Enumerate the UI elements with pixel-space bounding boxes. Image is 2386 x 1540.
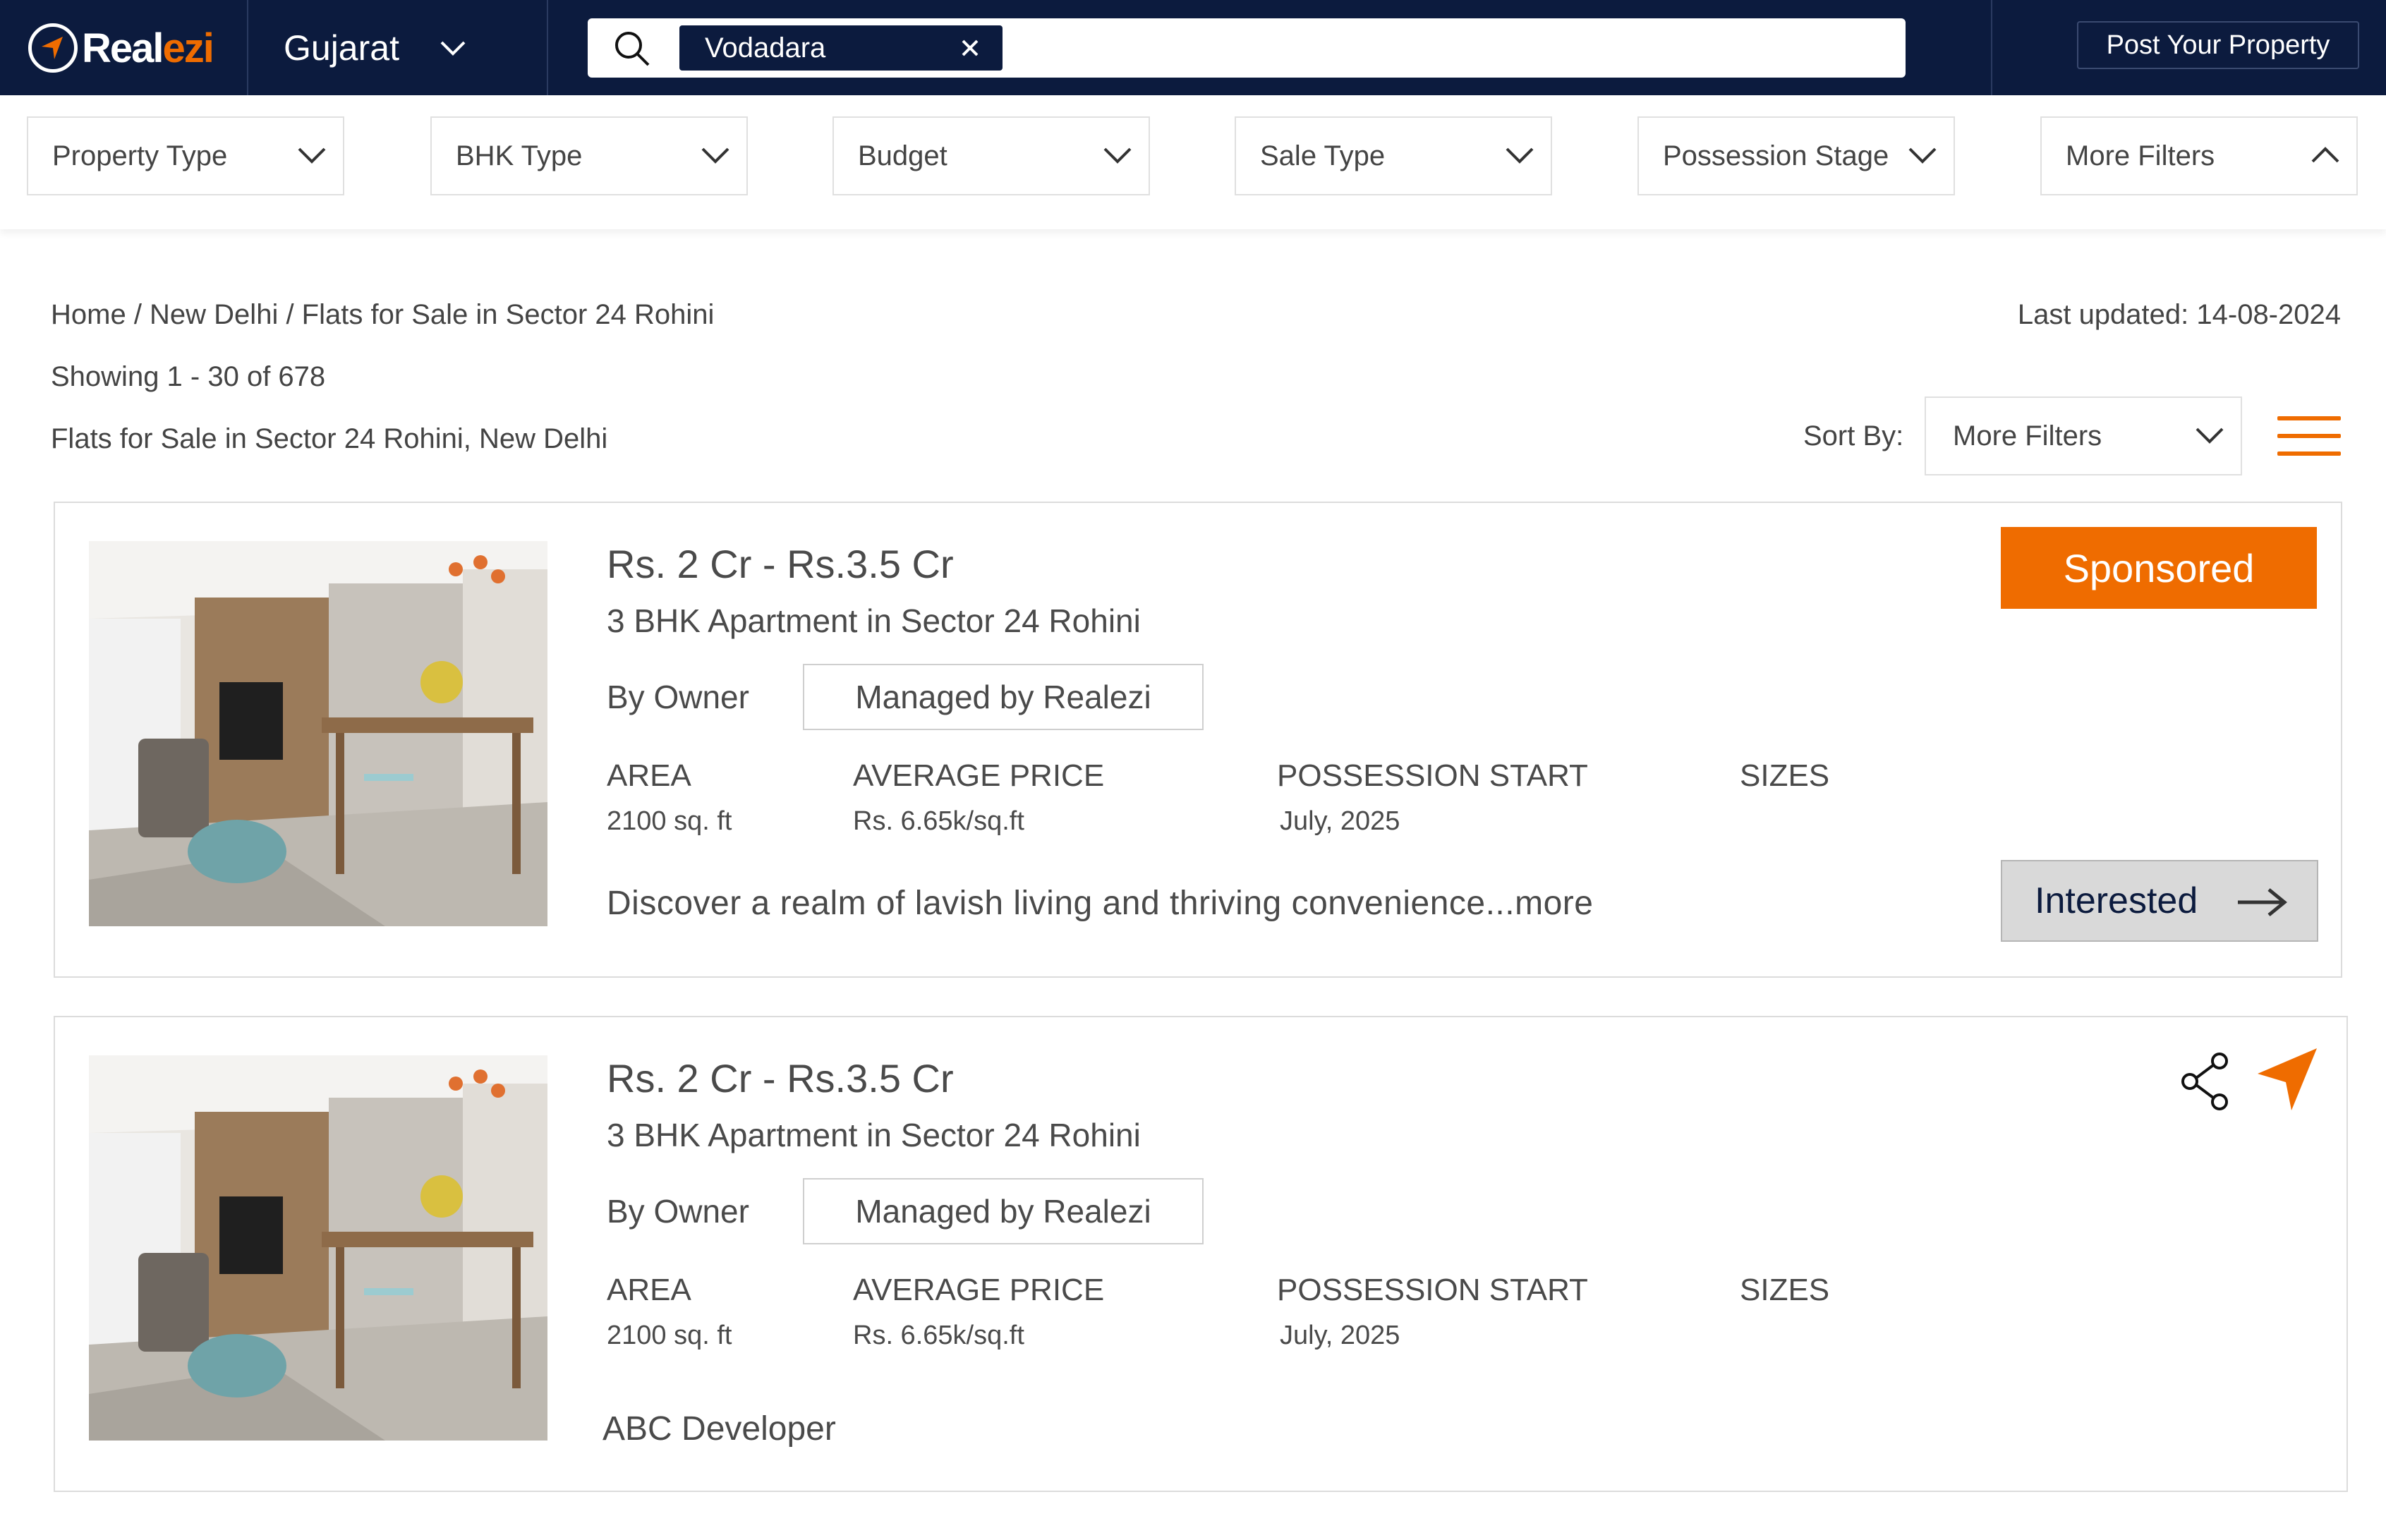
header-divider (1991, 0, 1992, 95)
breadcrumb[interactable]: Home / New Delhi / Flats for Sale in Sec… (51, 299, 714, 331)
listing-property-type: 3 BHK Apartment in Sector 24 Rohini (607, 1117, 1141, 1153)
arrow-right-icon (2238, 888, 2287, 916)
chevron-up-icon (2311, 147, 2339, 163)
possession-value: July, 2025 (1280, 1321, 1400, 1350)
chevron-down-icon (1506, 147, 1534, 164)
developer-name[interactable]: ABC Developer (602, 1409, 836, 1448)
header-divider (247, 0, 248, 95)
listing-price[interactable]: Rs. 2 Cr - Rs.3.5 Cr (607, 1055, 954, 1101)
chevron-down-icon (2196, 428, 2224, 444)
navigation-arrow-icon[interactable] (2255, 1045, 2320, 1113)
possession-label: POSSESSION START (1277, 758, 1588, 793)
possession-value: July, 2025 (1280, 806, 1400, 836)
filter-possession-stage[interactable]: Possession Stage (1637, 116, 1955, 195)
filter-budget[interactable]: Budget (832, 116, 1150, 195)
area-value: 2100 sq. ft (607, 806, 732, 836)
filter-label: More Filters (2066, 140, 2215, 171)
filter-bhk-type[interactable]: BHK Type (430, 116, 748, 195)
managed-badge: Managed by Realezi (803, 664, 1204, 730)
chevron-down-icon (701, 147, 729, 164)
filter-label: Sale Type (1260, 140, 1386, 171)
results-count: Showing 1 - 30 of 678 (51, 361, 326, 392)
post-property-button[interactable]: Post Your Property (2077, 21, 2359, 69)
average-price-label: AVERAGE PRICE (853, 758, 1105, 793)
listing-price[interactable]: Rs. 2 Cr - Rs.3.5 Cr (607, 541, 954, 587)
interested-label: Interested (2035, 880, 2198, 921)
average-price-value: Rs. 6.65k/sq.ft (853, 806, 1024, 836)
average-price-value: Rs. 6.65k/sq.ft (853, 1321, 1024, 1350)
search-bar[interactable]: Vodadara (588, 18, 1906, 78)
header-divider (547, 0, 548, 95)
property-image[interactable] (89, 541, 547, 926)
listing-card[interactable]: Rs. 2 Cr - Rs.3.5 Cr 3 BHK Apartment in … (54, 1016, 2348, 1492)
filter-label: Property Type (52, 140, 228, 171)
close-icon[interactable] (956, 34, 984, 62)
interested-button[interactable]: Interested (2001, 860, 2318, 942)
average-price-label: AVERAGE PRICE (853, 1273, 1105, 1307)
chevron-down-icon (1908, 147, 1937, 164)
logo-compass-icon (28, 23, 78, 73)
possession-label: POSSESSION START (1277, 1273, 1588, 1307)
listing-property-type: 3 BHK Apartment in Sector 24 Rohini (607, 602, 1141, 639)
page-title: Flats for Sale in Sector 24 Rohini, New … (51, 423, 608, 454)
state-select[interactable]: Gujarat (284, 21, 467, 75)
location-chip-label: Vodadara (705, 32, 826, 63)
property-image[interactable] (89, 1055, 547, 1441)
search-icon[interactable] (613, 30, 651, 68)
listing-description[interactable]: Discover a realm of lavish living and th… (607, 884, 1593, 923)
filter-bar: Property Type BHK Type Budget Sale Type … (0, 95, 2386, 229)
chevron-down-icon (298, 147, 326, 164)
filter-label: Possession Stage (1663, 140, 1889, 171)
chevron-down-icon (440, 41, 466, 56)
filter-property-type[interactable]: Property Type (27, 116, 344, 195)
sort-label: Sort By: (1803, 420, 1904, 451)
realezi-logo[interactable]: Realezi (28, 21, 214, 75)
logo-text: Realezi (82, 25, 214, 71)
area-value: 2100 sq. ft (607, 1321, 732, 1350)
top-navbar: Realezi Gujarat Vodadara Post Your Prope… (0, 0, 2386, 95)
filter-label: Budget (858, 140, 947, 171)
chevron-down-icon (1103, 147, 1132, 164)
listing-owner: By Owner (607, 679, 749, 715)
managed-badge: Managed by Realezi (803, 1178, 1204, 1244)
sort-select-value: More Filters (1953, 420, 2102, 451)
sort-select[interactable]: More Filters (1925, 396, 2242, 475)
listing-owner: By Owner (607, 1193, 749, 1230)
sizes-label: SIZES (1740, 758, 1830, 793)
sizes-label: SIZES (1740, 1273, 1830, 1307)
area-label: AREA (607, 758, 691, 793)
filter-more-filters[interactable]: More Filters (2040, 116, 2358, 195)
area-label: AREA (607, 1273, 691, 1307)
filter-sale-type[interactable]: Sale Type (1235, 116, 1552, 195)
listing-card[interactable]: Rs. 2 Cr - Rs.3.5 Cr 3 BHK Apartment in … (54, 502, 2342, 978)
last-updated: Last updated: 14-08-2024 (2017, 299, 2341, 330)
share-icon[interactable] (2179, 1051, 2232, 1112)
filter-label: BHK Type (456, 140, 583, 171)
location-chip: Vodadara (679, 25, 1003, 71)
state-select-label: Gujarat (284, 28, 399, 68)
sponsored-badge: Sponsored (2001, 527, 2317, 609)
menu-icon[interactable] (2277, 416, 2341, 459)
